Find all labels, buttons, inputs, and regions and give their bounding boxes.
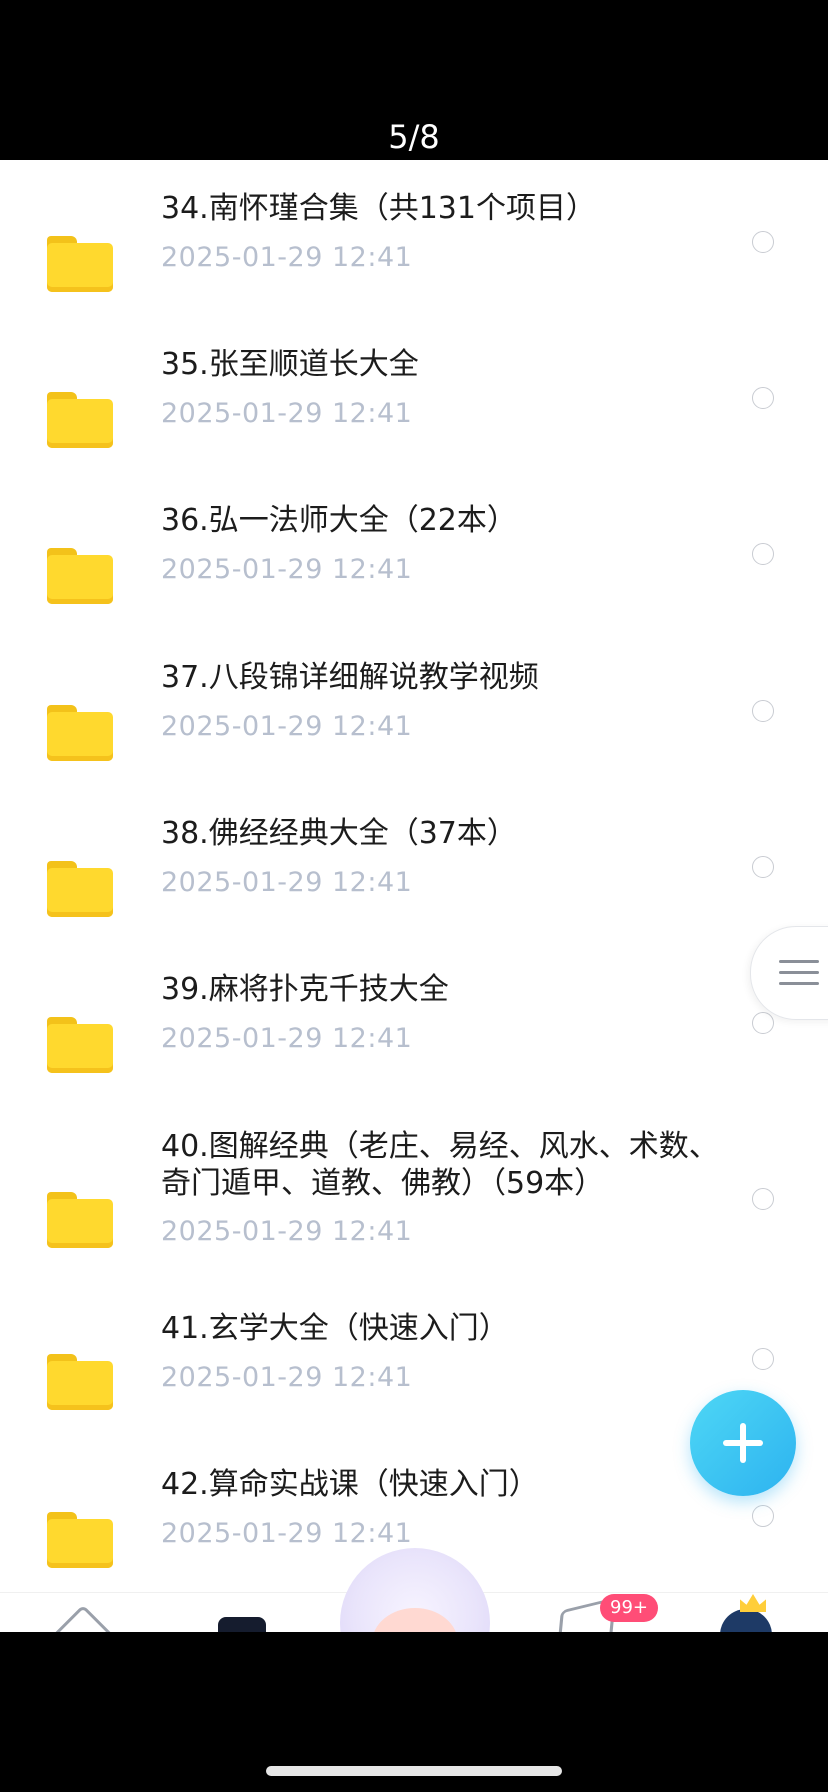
item-date: 2025-01-29 12:41: [161, 398, 413, 429]
item-title: 35.张至顺道长大全: [161, 347, 419, 382]
home-icon[interactable]: [47, 1604, 119, 1633]
item-date: 2025-01-29 12:41: [161, 242, 413, 273]
status-area: 5/8: [0, 0, 828, 160]
item-title-line-1: 40.图解经典（老庄、易经、风水、术数、: [161, 1129, 719, 1164]
folder-icon: [47, 1192, 113, 1248]
list-item[interactable]: 34.南怀瑾合集（共131个项目） 2025-01-29 12:41: [0, 190, 828, 310]
select-radio[interactable]: [752, 231, 774, 253]
select-radio[interactable]: [752, 1012, 774, 1034]
list-item[interactable]: 35.张至顺道长大全 2025-01-29 12:41: [0, 346, 828, 466]
item-date: 2025-01-29 12:41: [161, 711, 413, 742]
list-item[interactable]: 38.佛经经典大全（37本） 2025-01-29 12:41: [0, 815, 828, 935]
list-item[interactable]: 36.弘一法师大全（22本） 2025-01-29 12:41: [0, 502, 828, 622]
item-title: 38.佛经经典大全（37本）: [161, 816, 517, 851]
select-radio[interactable]: [752, 387, 774, 409]
select-radio[interactable]: [752, 1505, 774, 1527]
select-radio[interactable]: [752, 543, 774, 565]
item-title: 34.南怀瑾合集（共131个项目）: [161, 191, 596, 226]
item-title: 39.麻将扑克千技大全: [161, 972, 449, 1007]
notification-badge: 99+: [600, 1594, 658, 1622]
item-date: 2025-01-29 12:41: [161, 1362, 413, 1393]
item-date: 2025-01-29 12:41: [161, 554, 413, 585]
select-radio[interactable]: [752, 856, 774, 878]
folder-icon: [47, 861, 113, 917]
page-indicator: 5/8: [388, 118, 440, 156]
menu-line: [779, 971, 819, 974]
add-button[interactable]: [690, 1390, 796, 1496]
list-item[interactable]: 37.八段锦详细解说教学视频 2025-01-29 12:41: [0, 659, 828, 779]
menu-lines-icon: [779, 960, 819, 963]
menu-line: [779, 982, 819, 985]
folder-icon: [47, 236, 113, 292]
folder-icon: [47, 1512, 113, 1568]
item-date: 2025-01-29 12:41: [161, 1518, 413, 1549]
item-title-line-2: 奇门遁甲、道教、佛教）（59本）: [161, 1166, 605, 1201]
list-item[interactable]: 40.图解经典（老庄、易经、风水、术数、 奇门遁甲、道教、佛教）（59本） 20…: [0, 1128, 828, 1288]
select-radio[interactable]: [752, 1188, 774, 1210]
select-radio[interactable]: [752, 700, 774, 722]
select-radio[interactable]: [752, 1348, 774, 1370]
item-title: 36.弘一法师大全（22本）: [161, 503, 517, 538]
folder-icon: [47, 1017, 113, 1073]
item-title: 37.八段锦详细解说教学视频: [161, 660, 539, 695]
list-item[interactable]: 39.麻将扑克千技大全 2025-01-29 12:41: [0, 971, 828, 1091]
home-indicator: [266, 1766, 562, 1776]
files-icon[interactable]: [218, 1617, 266, 1633]
item-date: 2025-01-29 12:41: [161, 867, 413, 898]
plus-icon-vertical: [740, 1423, 746, 1463]
item-date: 2025-01-29 12:41: [161, 1216, 413, 1247]
avatar-icon[interactable]: [720, 1609, 772, 1633]
item-date: 2025-01-29 12:41: [161, 1023, 413, 1054]
folder-icon: [47, 392, 113, 448]
item-title: 41.玄学大全（快速入门）: [161, 1311, 509, 1346]
folder-icon: [47, 705, 113, 761]
folder-icon: [47, 548, 113, 604]
item-title: 42.算命实战课（快速入门）: [161, 1467, 539, 1502]
folder-icon: [47, 1354, 113, 1410]
